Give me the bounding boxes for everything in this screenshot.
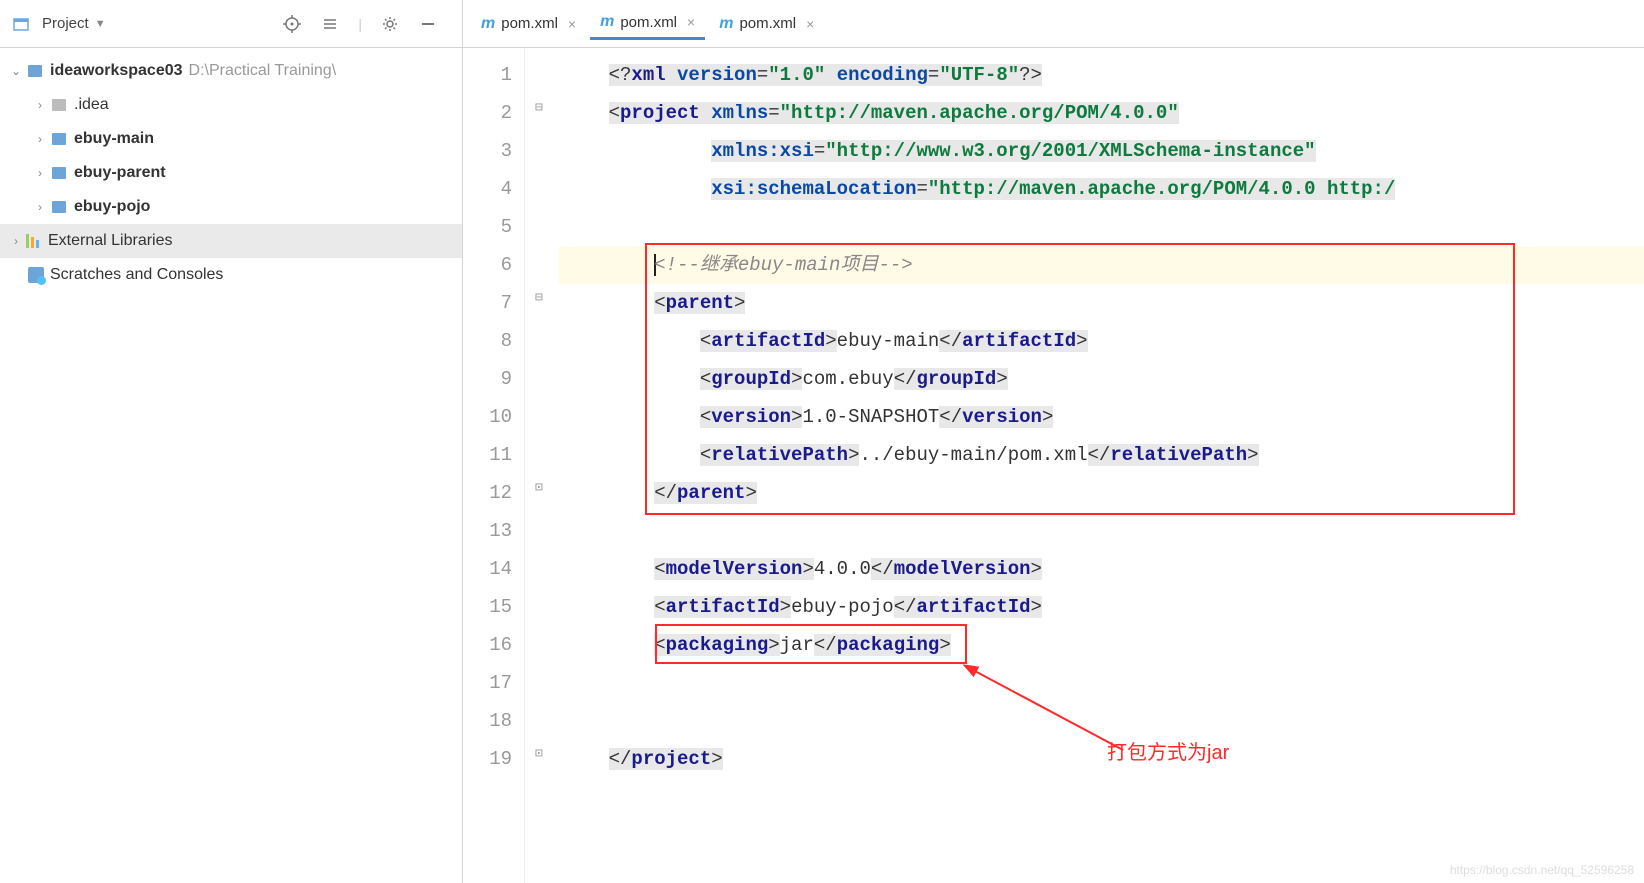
code-line: <artifactId>ebuy-pojo</artifactId> (559, 588, 1644, 626)
code-line: <packaging>jar</packaging> (559, 626, 1644, 664)
tab-pom-2[interactable]: mpom.xml× (590, 7, 705, 40)
folder-icon (26, 62, 44, 80)
project-tree[interactable]: ⌄ ideaworkspace03 D:\Practical Training\… (0, 48, 463, 883)
top-toolbar: Project ▼ | mpom.xml× mpom.xml× mpom.xml… (0, 0, 1644, 48)
annotation-text: 打包方式为jar (1107, 736, 1229, 765)
code-editor[interactable]: 1 2 3 4 5 6 7 8 9 10 11 12 13 14 15 16 1… (463, 48, 1644, 883)
line-gutter: 1 2 3 4 5 6 7 8 9 10 11 12 13 14 15 16 1… (463, 48, 525, 883)
code-line: <relativePath>../ebuy-main/pom.xml</rela… (559, 436, 1644, 474)
dropdown-icon[interactable]: ▼ (95, 18, 106, 30)
tree-item-ebuy-main[interactable]: ›ebuy-main (0, 122, 462, 156)
close-icon[interactable]: × (806, 16, 814, 32)
maven-icon: m (600, 13, 614, 31)
code-line: </parent> (559, 474, 1644, 512)
fold-open-icon[interactable]: ⊟ (535, 290, 543, 305)
chevron-right-icon[interactable]: › (30, 166, 50, 180)
code-line: <artifactId>ebuy-main</artifactId> (559, 322, 1644, 360)
code-line (559, 664, 1644, 702)
chevron-right-icon[interactable]: › (30, 98, 50, 112)
chevron-right-icon[interactable]: › (6, 234, 26, 248)
code-line (559, 512, 1644, 550)
maven-icon: m (719, 15, 733, 33)
gear-icon[interactable] (380, 14, 400, 34)
chevron-right-icon[interactable]: › (30, 200, 50, 214)
code-line: <?xml version="1.0" encoding="UTF-8"?> (559, 56, 1644, 94)
project-tool-header: Project ▼ | (0, 0, 463, 47)
code-line: xmlns:xsi="http://www.w3.org/2001/XMLSch… (559, 132, 1644, 170)
code-line: <project xmlns="http://maven.apache.org/… (559, 94, 1644, 132)
tree-external-libraries[interactable]: ›External Libraries (0, 224, 462, 258)
scratches-icon (28, 267, 44, 283)
close-icon[interactable]: × (568, 16, 576, 32)
library-icon (26, 234, 42, 248)
code-line: <parent> (559, 284, 1644, 322)
fold-open-icon[interactable]: ⊟ (535, 100, 543, 115)
maven-icon: m (481, 15, 495, 33)
watermark: https://blog.csdn.net/qq_52596258 (1450, 863, 1634, 877)
hide-icon[interactable] (418, 14, 438, 34)
locate-icon[interactable] (282, 14, 302, 34)
expand-all-icon[interactable] (320, 14, 340, 34)
folder-icon (50, 96, 68, 114)
tree-scratches[interactable]: Scratches and Consoles (0, 258, 462, 292)
code-line: <version>1.0-SNAPSHOT</version> (559, 398, 1644, 436)
code-line-active: <!--继承ebuy-main项目--> (559, 246, 1644, 284)
code-line: <modelVersion>4.0.0</modelVersion> (559, 550, 1644, 588)
fold-close-icon[interactable]: ⊡ (535, 746, 543, 761)
fold-close-icon[interactable]: ⊡ (535, 480, 543, 495)
tree-item-ebuy-parent[interactable]: ›ebuy-parent (0, 156, 462, 190)
tree-root[interactable]: ⌄ ideaworkspace03 D:\Practical Training\ (0, 54, 462, 88)
tree-item-ebuy-pojo[interactable]: ›ebuy-pojo (0, 190, 462, 224)
folder-icon (50, 164, 68, 182)
code-line: <groupId>com.ebuy</groupId> (559, 360, 1644, 398)
project-label[interactable]: Project (42, 15, 89, 32)
chevron-right-icon[interactable]: › (30, 132, 50, 146)
code-line: </project> (559, 740, 1644, 778)
tab-pom-3[interactable]: mpom.xml× (709, 9, 824, 39)
code-line (559, 208, 1644, 246)
code-content[interactable]: <?xml version="1.0" encoding="UTF-8"?> <… (559, 48, 1644, 883)
folder-icon (50, 130, 68, 148)
editor-tabs: mpom.xml× mpom.xml× mpom.xml× (463, 0, 1644, 47)
close-icon[interactable]: × (687, 14, 695, 30)
code-line (559, 702, 1644, 740)
code-line: xsi:schemaLocation="http://maven.apache.… (559, 170, 1644, 208)
fold-column[interactable]: ⊟ ⊟ ⊡ ⊡ (525, 48, 559, 883)
tree-item-idea[interactable]: ›.idea (0, 88, 462, 122)
project-icon (12, 15, 30, 33)
folder-icon (50, 198, 68, 216)
chevron-down-icon[interactable]: ⌄ (6, 64, 26, 78)
tab-pom-1[interactable]: mpom.xml× (471, 9, 586, 39)
